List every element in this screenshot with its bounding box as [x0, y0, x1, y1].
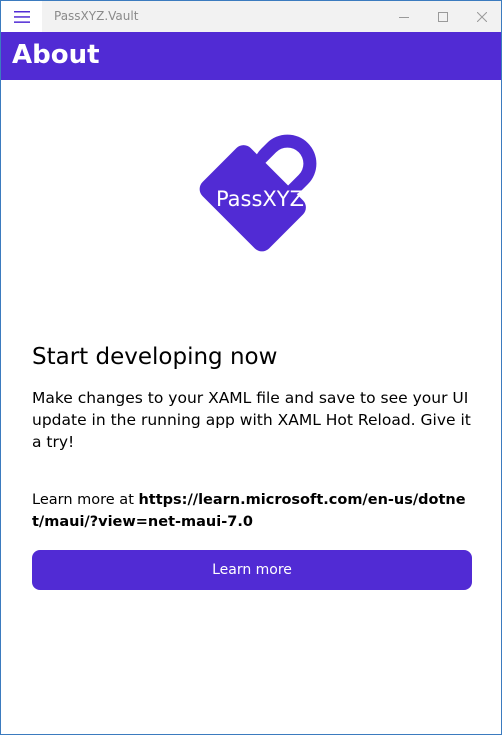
app-window: PassXYZ.Vault About PassXYZ Start develo…	[0, 0, 502, 735]
minimize-icon	[399, 16, 409, 18]
section-heading: Start developing now	[32, 344, 278, 370]
learn-more-button[interactable]: Learn more	[32, 550, 472, 590]
padlock-logo-icon: PassXYZ	[194, 132, 320, 256]
window-title: PassXYZ.Vault	[54, 9, 139, 23]
close-icon	[477, 11, 487, 22]
page-header: About	[1, 32, 501, 80]
page-title: About	[12, 40, 100, 70]
learn-more-prefix: Learn more at	[32, 492, 139, 508]
logo-text: PassXYZ	[216, 187, 304, 211]
hamburger-menu-icon[interactable]	[1, 1, 42, 32]
description-text: Make changes to your XAML file and save …	[32, 389, 471, 451]
title-bar[interactable]: PassXYZ.Vault	[1, 1, 501, 32]
close-button[interactable]	[459, 1, 501, 32]
maximize-icon	[438, 11, 448, 22]
learn-more-text: Learn more at https://learn.microsoft.co…	[32, 489, 472, 533]
